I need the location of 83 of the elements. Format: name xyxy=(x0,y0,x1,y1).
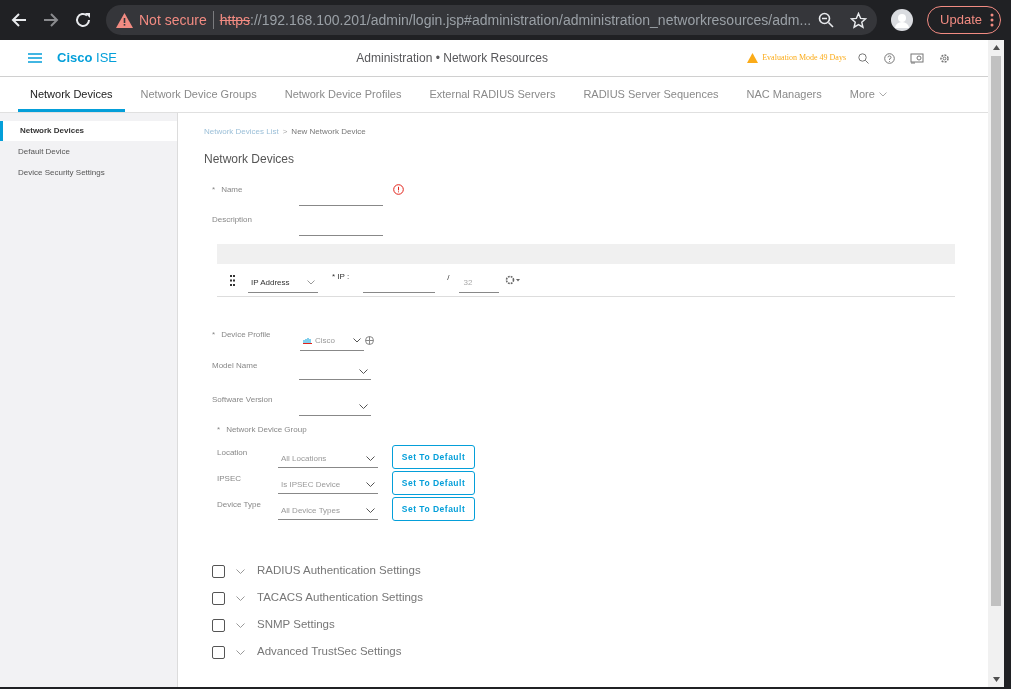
group-dropdown[interactable]: All Locations xyxy=(278,450,378,468)
more-icon xyxy=(990,13,994,27)
chevron-icon xyxy=(359,369,368,374)
tab[interactable]: RADIUS Server Sequences xyxy=(571,77,731,112)
checkbox[interactable] xyxy=(212,591,225,605)
evaluation-badge[interactable]: Evaluation Mode 49 Days xyxy=(762,52,846,64)
required-mark: * xyxy=(212,329,216,341)
tab[interactable]: Network Device Profiles xyxy=(272,77,414,112)
group-dropdown[interactable]: Is IPSEC Device xyxy=(278,476,378,494)
tab[interactable]: Network Device Groups xyxy=(128,77,269,112)
required-mark: * xyxy=(212,184,216,196)
settings-icon[interactable] xyxy=(939,52,950,64)
page-title: Administration • Network Resources xyxy=(355,50,549,67)
breadcrumb-link[interactable]: Network Devices List xyxy=(204,126,279,138)
sidebar-item[interactable]: Device Security Settings xyxy=(0,162,177,183)
field-label: Software Version xyxy=(212,394,274,406)
screen-icon[interactable] xyxy=(910,52,924,64)
field-label: Model Name xyxy=(212,360,259,372)
required-mark: * xyxy=(217,424,221,436)
info-icon xyxy=(393,184,404,195)
chevron-down-icon[interactable] xyxy=(236,649,245,655)
scroll-up-icon[interactable] xyxy=(992,45,1000,50)
security-warning[interactable]: Not secure xyxy=(139,9,207,31)
section-title[interactable]: Advanced TrustSec Settings xyxy=(257,643,402,661)
chevron-icon xyxy=(359,404,368,409)
menu-icon[interactable] xyxy=(28,53,42,63)
chevron-down-icon[interactable] xyxy=(236,568,245,574)
chevron-icon xyxy=(353,338,361,343)
breadcrumb-current: New Network Device xyxy=(291,126,366,138)
help-icon[interactable] xyxy=(884,52,895,64)
mask-field[interactable]: 32 xyxy=(459,273,500,293)
tab[interactable]: NAC Managers xyxy=(734,77,834,112)
section-title[interactable]: RADIUS Authentication Settings xyxy=(257,562,421,580)
chevron-down-icon[interactable] xyxy=(236,595,245,601)
field-label: Device Type xyxy=(217,499,262,511)
section-title[interactable]: TACACS Authentication Settings xyxy=(257,589,423,607)
separator-text: / xyxy=(447,272,450,284)
forward-icon[interactable] xyxy=(42,11,60,29)
sidebar-item[interactable]: Default Device xyxy=(0,141,177,162)
address-bar[interactable]: Not secure https://192.168.100.201/admin/login.jsp#administration/administration_networkresources/adm... xyxy=(106,5,878,35)
chevron-icon xyxy=(366,508,375,513)
chevron-icon xyxy=(307,280,315,285)
search-icon[interactable] xyxy=(858,52,869,64)
field-label: IPSEC xyxy=(217,473,242,485)
set-default-button[interactable]: Set To Default xyxy=(392,471,475,495)
checkbox[interactable] xyxy=(212,618,225,632)
checkbox[interactable] xyxy=(212,564,225,578)
tab[interactable]: External RADIUS Servers xyxy=(417,77,568,112)
field-label: Device Profile xyxy=(221,329,271,341)
field-label: * IP : xyxy=(332,271,350,283)
field-label: Location xyxy=(217,447,249,459)
warning-icon xyxy=(747,53,759,63)
field-label: Name xyxy=(221,184,243,196)
field-label: Network Device Group xyxy=(226,424,307,436)
back-icon[interactable] xyxy=(10,11,28,29)
chevron-icon xyxy=(878,92,887,97)
warning-icon xyxy=(116,12,133,28)
set-default-button[interactable]: Set To Default xyxy=(392,445,475,469)
drag-handle-icon[interactable] xyxy=(230,274,235,286)
ip-type-dropdown[interactable]: IP Address xyxy=(248,273,318,293)
chevron-icon xyxy=(366,456,375,461)
star-icon[interactable] xyxy=(850,11,868,29)
avatar-icon[interactable] xyxy=(891,9,914,31)
field-label: Description xyxy=(212,214,253,226)
device-profile-dropdown[interactable]: Cisco xyxy=(300,331,364,351)
chevron-icon xyxy=(366,482,375,487)
scrollbar-thumb[interactable] xyxy=(991,56,1001,606)
set-default-button[interactable]: Set To Default xyxy=(392,497,475,521)
tab[interactable]: More xyxy=(837,77,899,112)
url-text[interactable]: https://192.168.100.201/admin/login.jsp#administration/administration_networkresources/adm... xyxy=(219,9,813,31)
sidebar-item[interactable]: Network Devices xyxy=(0,121,177,141)
section-title[interactable]: SNMP Settings xyxy=(257,616,335,634)
settings-icon[interactable] xyxy=(505,275,522,285)
globe-icon[interactable] xyxy=(365,336,374,345)
zoom-icon[interactable] xyxy=(818,12,835,28)
section-heading: Network Devices xyxy=(204,151,296,168)
reload-icon[interactable] xyxy=(74,11,92,29)
checkbox[interactable] xyxy=(212,645,225,659)
breadcrumb-separator: > xyxy=(282,126,288,138)
scroll-down-icon[interactable] xyxy=(992,677,1000,682)
chevron-down-icon[interactable] xyxy=(236,622,245,628)
group-dropdown[interactable]: All Device Types xyxy=(278,502,378,520)
brand-name: Cisco ISE xyxy=(57,49,117,68)
